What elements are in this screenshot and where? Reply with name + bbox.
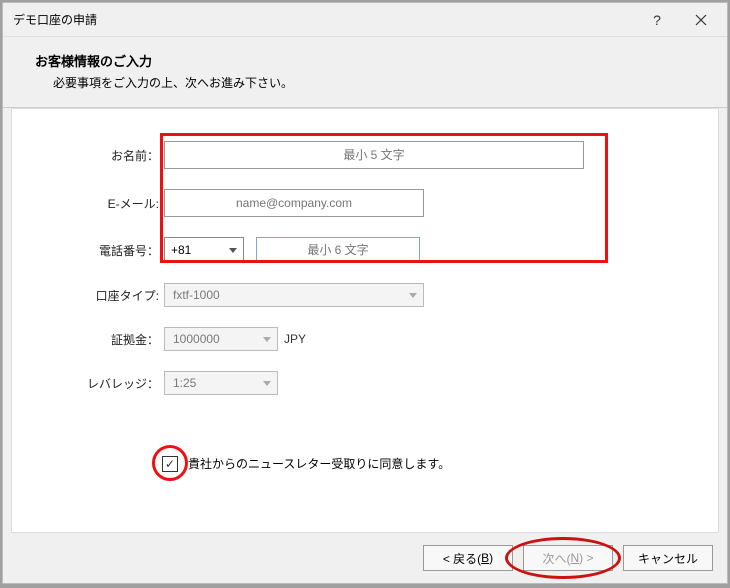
row-account-type: 口座タイプ: fxtf-1000 <box>12 283 718 307</box>
row-newsletter: ✓ 貴社からのニュースレター受取りに同意します。 <box>162 455 718 472</box>
footer: < 戻る(B) 次へ(N) > キャンセル <box>3 533 727 583</box>
help-button[interactable]: ? <box>635 5 679 35</box>
next-button-prefix: 次へ( <box>542 550 570 567</box>
phone-country-code-value: +81 <box>171 243 191 257</box>
main-area: お名前： E-メール: 電話番号： +81 <box>11 108 719 533</box>
chevron-down-icon <box>259 337 274 342</box>
account-type-value: fxtf-1000 <box>173 288 220 302</box>
dialog-window: デモ口座の申請 ? お客様情報のご入力 必要事項をご入力の上、次へお進み下さい。… <box>2 2 728 584</box>
chevron-down-icon <box>259 381 274 386</box>
deposit-currency: JPY <box>284 332 306 346</box>
row-deposit: 証拠金： 1000000 JPY <box>12 327 718 351</box>
header-subtitle: 必要事項をご入力の上、次へお進み下さい。 <box>35 74 695 91</box>
header-title: お客様情報のご入力 <box>35 51 695 70</box>
deposit-value: 1000000 <box>173 332 220 346</box>
email-input[interactable] <box>164 189 424 217</box>
newsletter-label: 貴社からのニュースレター受取りに同意します。 <box>188 455 450 472</box>
leverage-select[interactable]: 1:25 <box>164 371 278 395</box>
phone-group: +81 <box>164 237 420 263</box>
chevron-down-icon <box>225 248 240 253</box>
form-rows: お名前： E-メール: 電話番号： +81 <box>12 141 718 395</box>
window-title: デモ口座の申請 <box>13 11 635 28</box>
titlebar: デモ口座の申請 ? <box>3 3 727 37</box>
newsletter-checkbox[interactable]: ✓ <box>162 456 178 472</box>
row-email: E-メール: <box>12 189 718 217</box>
phone-label: 電話番号： <box>12 242 164 259</box>
account-type-select[interactable]: fxtf-1000 <box>164 283 424 307</box>
deposit-label: 証拠金： <box>12 331 164 348</box>
cancel-button[interactable]: キャンセル <box>623 545 713 571</box>
back-button-key: B <box>481 551 489 565</box>
account-type-label: 口座タイプ: <box>12 287 164 304</box>
row-name: お名前： <box>12 141 718 169</box>
phone-number-input[interactable] <box>256 237 420 263</box>
name-label: お名前： <box>12 147 164 164</box>
email-label: E-メール: <box>12 195 164 212</box>
leverage-label: レバレッジ： <box>12 375 164 392</box>
back-button[interactable]: < 戻る(B) <box>423 545 513 571</box>
phone-country-code-select[interactable]: +81 <box>164 237 244 263</box>
header-section: お客様情報のご入力 必要事項をご入力の上、次へお進み下さい。 <box>3 37 727 108</box>
deposit-select[interactable]: 1000000 <box>164 327 278 351</box>
row-phone: 電話番号： +81 <box>12 237 718 263</box>
next-button[interactable]: 次へ(N) > <box>523 545 613 571</box>
check-icon: ✓ <box>165 457 175 471</box>
row-leverage: レバレッジ： 1:25 <box>12 371 718 395</box>
close-icon <box>695 14 707 26</box>
back-button-suffix: ) <box>489 551 493 565</box>
next-button-suffix: ) > <box>579 551 593 565</box>
next-button-key: N <box>570 551 579 565</box>
back-button-prefix: < 戻る( <box>443 550 481 567</box>
close-button[interactable] <box>679 5 723 35</box>
leverage-value: 1:25 <box>173 376 196 390</box>
name-input[interactable] <box>164 141 584 169</box>
chevron-down-icon <box>405 293 420 298</box>
